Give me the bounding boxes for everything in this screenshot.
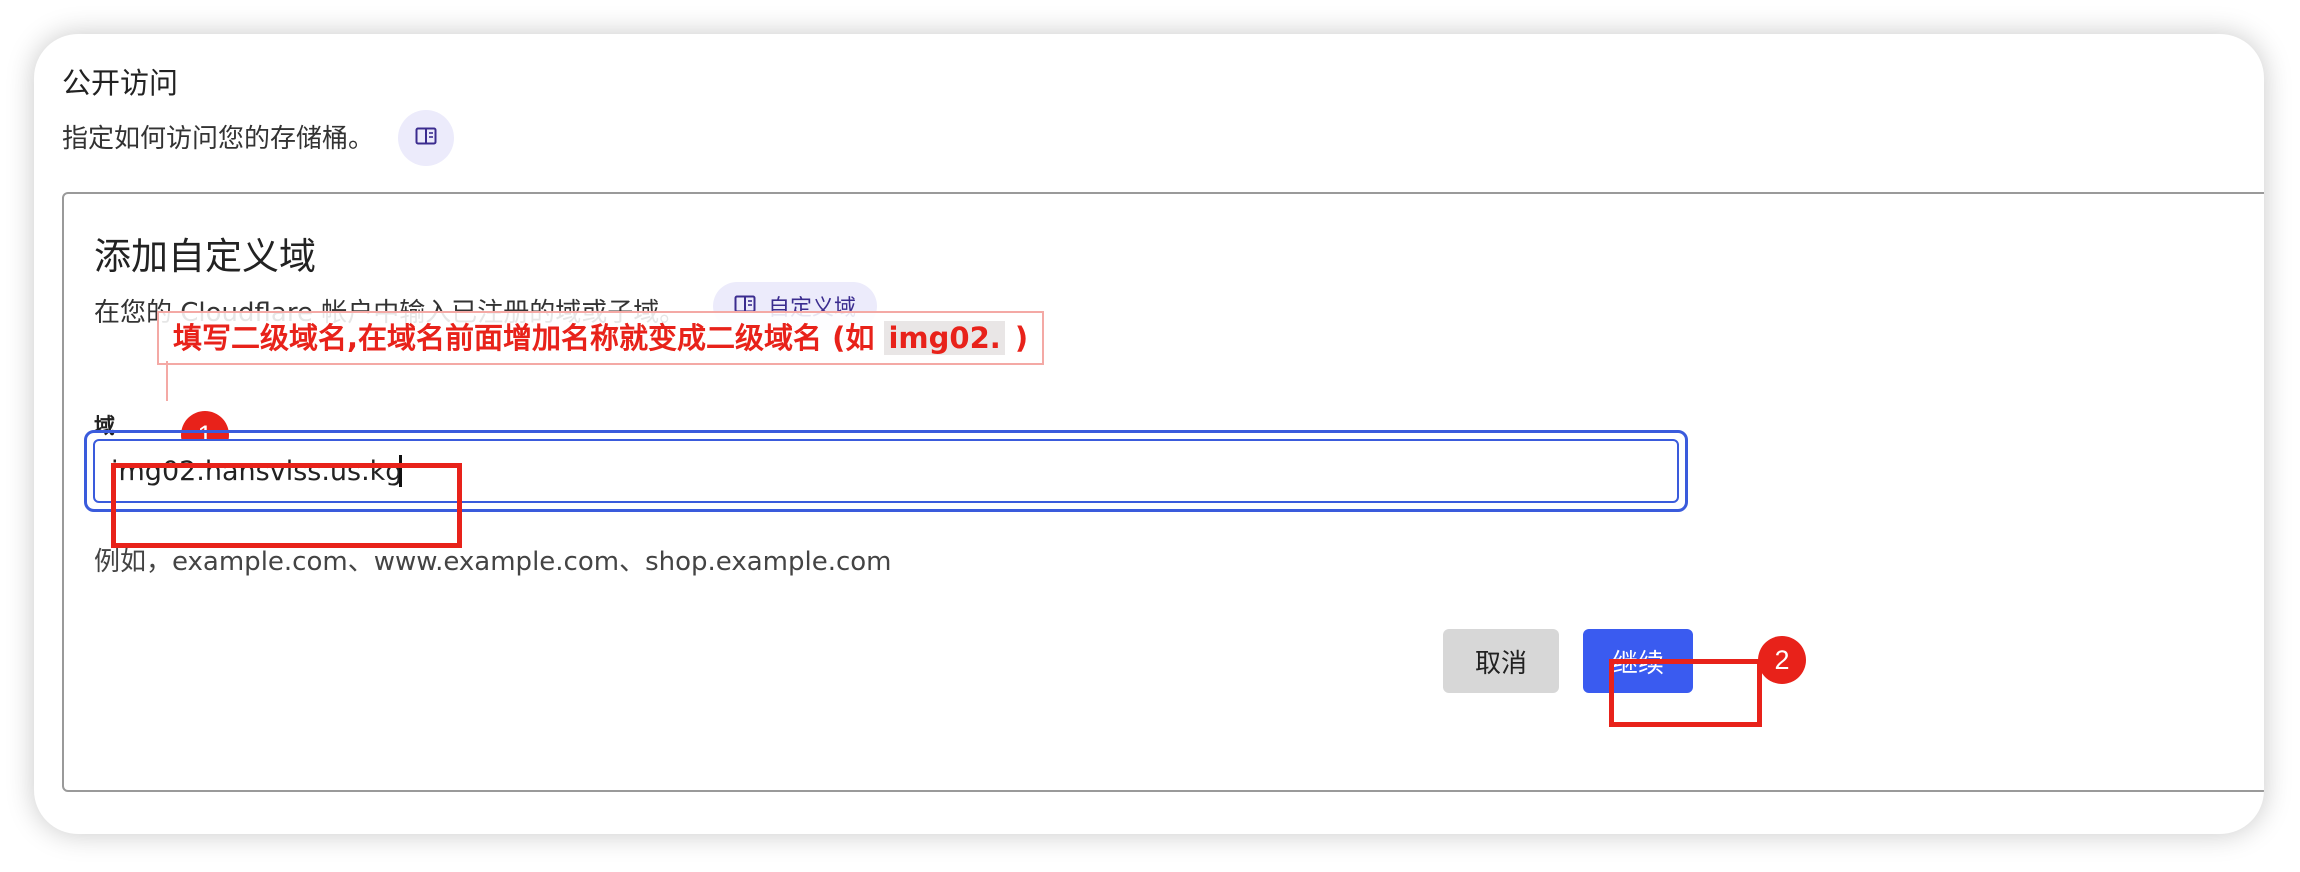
custom-domain-title: 添加自定义域 xyxy=(94,235,316,278)
annotation-badge-2: 2 xyxy=(1758,636,1806,684)
annotation-note-prefix: 填写二级域名,在域名前面增加名称就变成二级域名 (如 xyxy=(173,321,885,355)
section-docs-button[interactable] xyxy=(398,110,454,166)
section-description: 指定如何访问您的存储桶。 xyxy=(62,124,375,154)
annotation-highlight-box-1 xyxy=(111,463,462,548)
annotation-leader-line xyxy=(166,361,168,401)
cancel-button[interactable]: 取消 xyxy=(1443,629,1559,693)
annotation-highlight-box-2 xyxy=(1609,659,1762,727)
book-icon xyxy=(415,127,437,149)
annotation-note-suffix: ) xyxy=(1004,321,1029,355)
annotation-note-highlight: img02. xyxy=(884,321,1005,355)
domain-hint: 例如，example.com、www.example.com、shop.exam… xyxy=(94,547,892,577)
annotation-note: 填写二级域名,在域名前面增加名称就变成二级域名 (如 img02. ) xyxy=(157,311,1045,365)
section-title: 公开访问 xyxy=(62,66,179,100)
